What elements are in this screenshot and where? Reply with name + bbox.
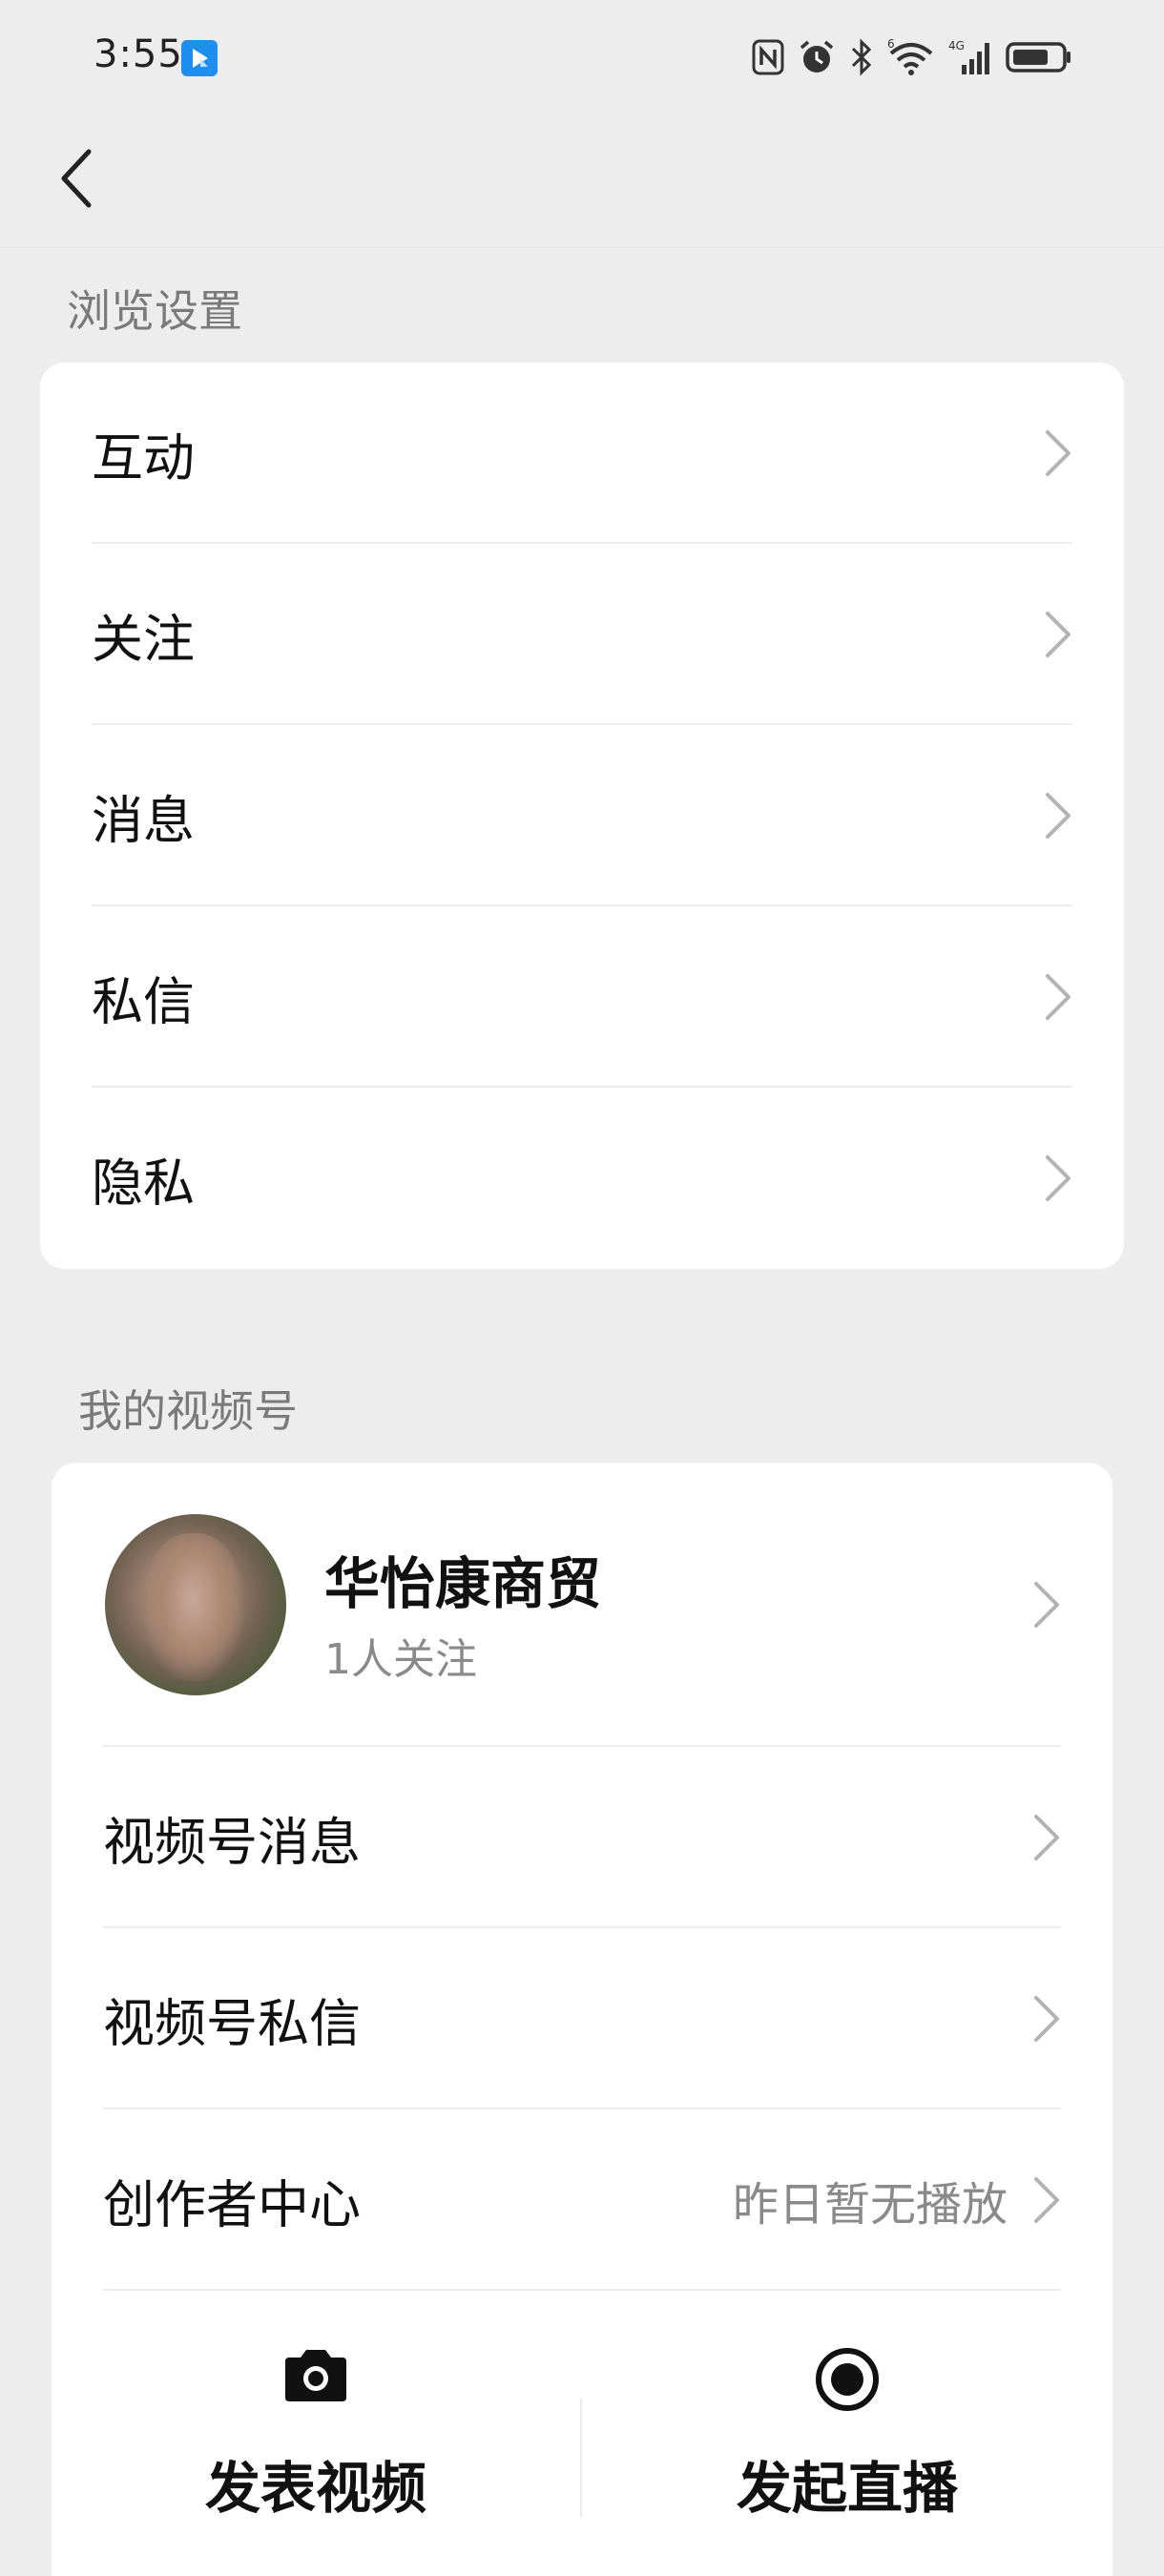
chevron-right-icon <box>1034 2177 1059 2223</box>
channel-row-messages[interactable]: 视频号消息 <box>52 1747 1112 1928</box>
row-label: 创作者中心 <box>103 2174 361 2235</box>
channel-profile-row[interactable]: 华怡康商贸 1人关注 <box>52 1463 1112 1747</box>
chevron-right-icon <box>1046 1155 1070 1201</box>
battery-icon <box>1006 42 1070 73</box>
page: 3:55 6 4G 浏览设置 互动 关注 消息 私信 隐私 我的视频号 华怡康商… <box>0 0 1164 2576</box>
camera-icon <box>285 2350 346 2401</box>
nfc-icon <box>752 39 784 75</box>
settings-row-direct-messages[interactable]: 私信 <box>40 906 1124 1088</box>
browse-settings-card: 互动 关注 消息 私信 隐私 <box>40 363 1124 1269</box>
signal-icon: 4G <box>948 39 989 74</box>
start-live-button[interactable]: 发起直播 <box>582 2291 1112 2558</box>
chevron-right-icon <box>1034 1815 1059 1860</box>
profile-name: 华怡康商贸 <box>324 1551 602 1616</box>
row-label: 私信 <box>92 971 195 1032</box>
back-button[interactable] <box>34 135 120 221</box>
chevron-right-icon <box>1034 1996 1059 2042</box>
creator-center-status: 昨日暂无播放 <box>732 2178 1008 2232</box>
action-separator <box>580 2399 582 2517</box>
chevron-right-icon <box>1046 793 1070 839</box>
cellular-label: 4G <box>948 39 965 52</box>
settings-row-privacy[interactable]: 隐私 <box>40 1088 1124 1269</box>
nav-bar <box>0 114 1164 248</box>
browse-settings-title: 浏览设置 <box>67 285 242 337</box>
my-channel-card: 华怡康商贸 1人关注 视频号消息 视频号私信 创作者中心 昨日暂无播放 发表视频… <box>52 1463 1112 2576</box>
start-live-label: 发起直播 <box>736 2456 958 2521</box>
row-label: 视频号消息 <box>103 1812 361 1873</box>
settings-row-follow[interactable]: 关注 <box>40 544 1124 725</box>
avatar <box>105 1514 286 1695</box>
row-label: 视频号私信 <box>103 1993 361 2054</box>
channel-row-creator-center[interactable]: 创作者中心 昨日暂无播放 <box>52 2109 1112 2291</box>
chevron-right-icon <box>1034 1582 1059 1628</box>
my-channel-title: 我的视频号 <box>78 1385 298 1437</box>
live-record-icon <box>816 2348 879 2411</box>
row-label: 消息 <box>92 790 195 851</box>
status-bar: 3:55 6 4G <box>0 0 1164 114</box>
chevron-right-icon <box>1046 974 1070 1020</box>
settings-row-interaction[interactable]: 互动 <box>40 363 1124 544</box>
profile-followers: 1人关注 <box>324 1635 477 1684</box>
bluetooth-icon <box>851 38 872 76</box>
post-video-label: 发表视频 <box>204 2456 426 2521</box>
channel-row-direct-messages[interactable]: 视频号私信 <box>52 1928 1112 2109</box>
alarm-icon <box>800 40 834 73</box>
chevron-left-icon <box>61 149 92 208</box>
post-video-button[interactable]: 发表视频 <box>52 2291 580 2558</box>
status-time: 3:55 <box>94 32 183 76</box>
row-label: 隐私 <box>92 1153 195 1214</box>
app-notification-icon <box>181 40 218 76</box>
settings-row-messages[interactable]: 消息 <box>40 725 1124 906</box>
chevron-right-icon <box>1046 612 1070 657</box>
status-icons: 6 4G <box>752 34 1072 80</box>
row-label: 互动 <box>92 427 195 488</box>
wifi-icon: 6 <box>887 38 933 75</box>
row-label: 关注 <box>92 609 195 670</box>
wifi-label: 6 <box>887 38 895 51</box>
chevron-right-icon <box>1046 430 1070 476</box>
